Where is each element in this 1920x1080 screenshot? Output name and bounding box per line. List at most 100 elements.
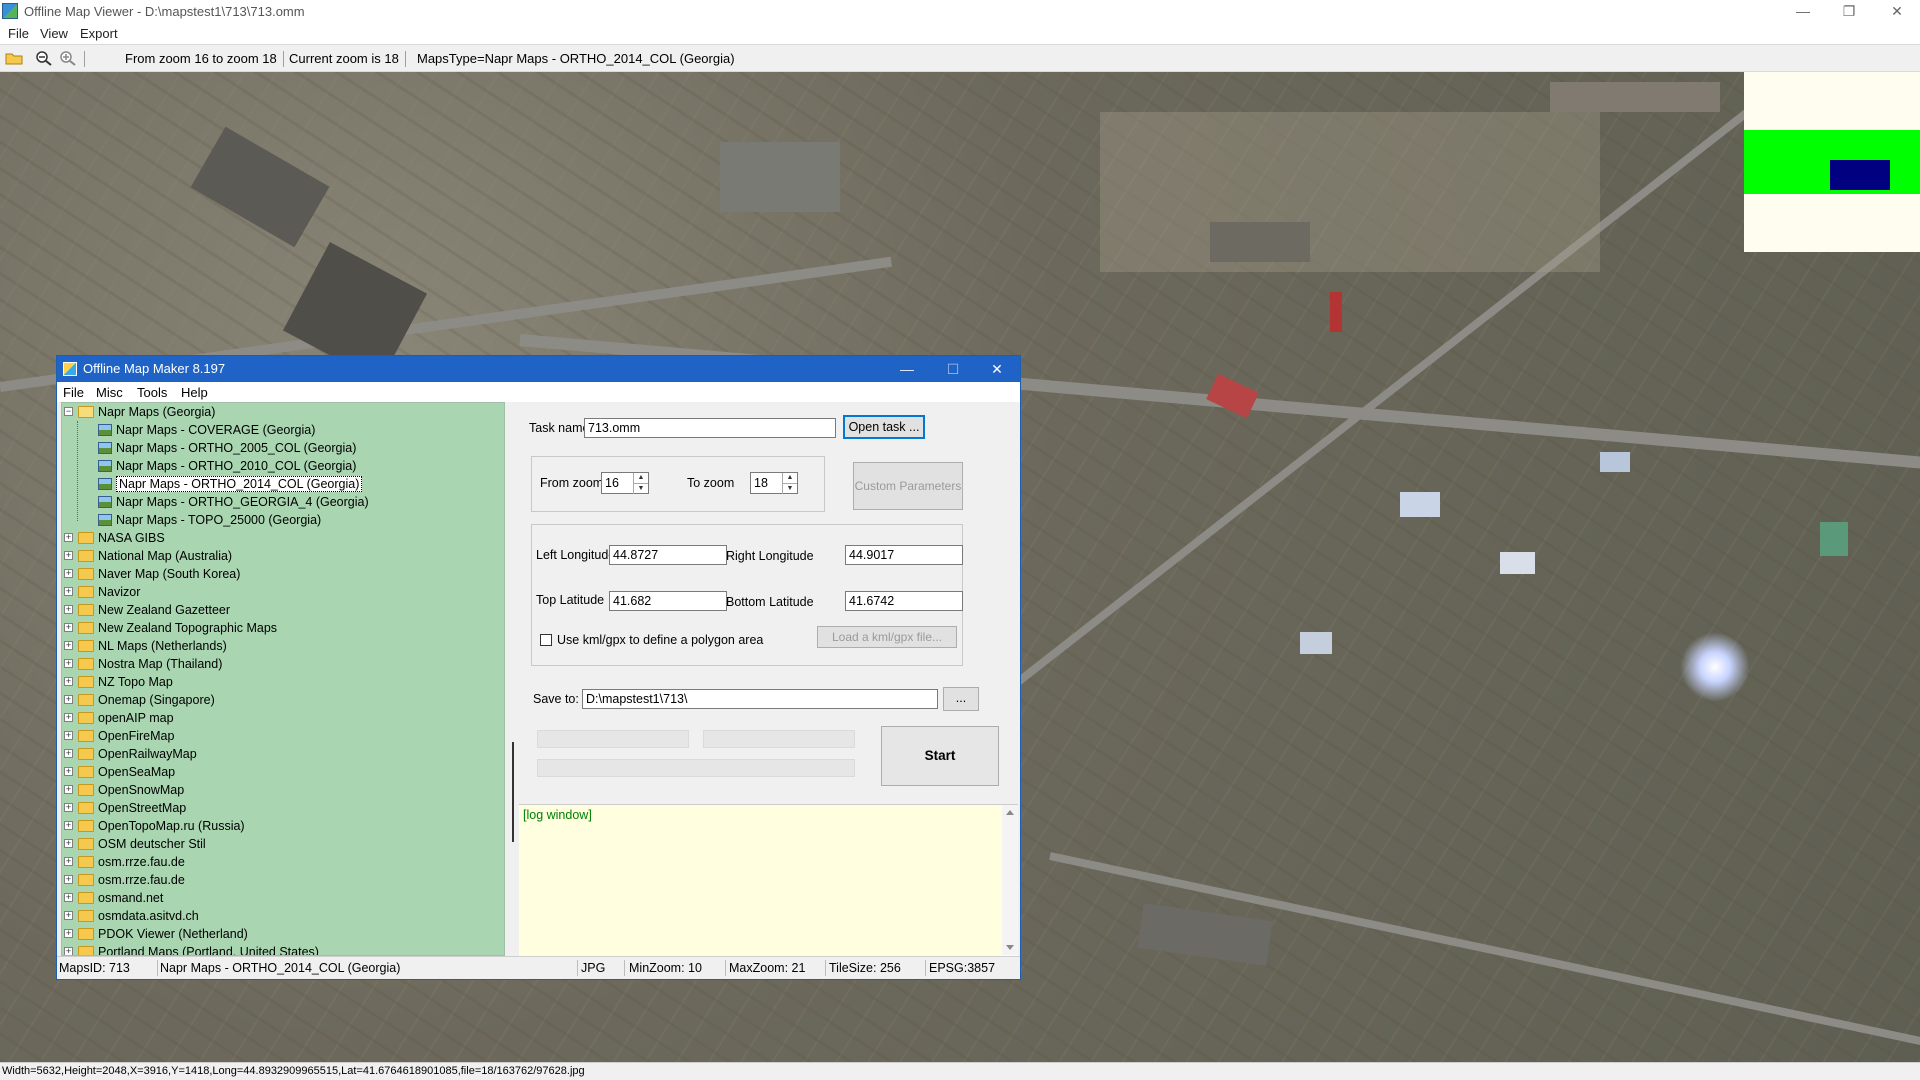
expand-icon[interactable]: + bbox=[64, 839, 73, 848]
expand-icon[interactable]: + bbox=[64, 533, 73, 542]
open-folder-icon bbox=[78, 406, 94, 418]
right-longitude-input[interactable]: 44.9017 bbox=[845, 545, 963, 565]
tree-node-folder[interactable]: + OpenSeaMap bbox=[62, 763, 502, 781]
start-button[interactable]: Start bbox=[881, 726, 999, 786]
close-button[interactable]: ✕ bbox=[1874, 0, 1920, 24]
tree-node-folder[interactable]: + osmand.net bbox=[62, 889, 502, 907]
spin-up-icon[interactable]: ▲ bbox=[782, 473, 797, 483]
tree-node-folder[interactable]: + OpenFireMap bbox=[62, 727, 502, 745]
tree-node-map-layer[interactable]: Napr Maps - TOPO_25000 (Georgia) bbox=[62, 511, 502, 529]
expand-icon[interactable]: + bbox=[64, 551, 73, 560]
expand-icon[interactable]: + bbox=[64, 713, 73, 722]
dialog-menu-file[interactable]: File bbox=[63, 385, 84, 400]
expand-icon[interactable]: + bbox=[64, 731, 73, 740]
map-source-tree[interactable]: − Napr Maps (Georgia) Napr Maps - COVERA… bbox=[61, 402, 505, 956]
expand-icon[interactable]: + bbox=[64, 641, 73, 650]
menu-export[interactable]: Export bbox=[80, 26, 118, 41]
tree-node-folder[interactable]: + OpenRailwayMap bbox=[62, 745, 502, 763]
open-folder-icon[interactable] bbox=[5, 50, 23, 66]
left-longitude-input[interactable]: 44.8727 bbox=[609, 545, 727, 565]
save-to-input[interactable]: D:\mapstest1\713\ bbox=[582, 689, 938, 709]
browse-folder-button[interactable]: ... bbox=[943, 687, 979, 711]
expand-icon[interactable]: + bbox=[64, 929, 73, 938]
tree-node-folder[interactable]: + osmdata.asitvd.ch bbox=[62, 907, 502, 925]
tree-node-folder[interactable]: + Onemap (Singapore) bbox=[62, 691, 502, 709]
minimap-viewport[interactable] bbox=[1830, 160, 1890, 190]
tree-node-folder[interactable]: + Naver Map (South Korea) bbox=[62, 565, 502, 583]
expand-icon[interactable]: + bbox=[64, 749, 73, 758]
kml-polygon-checkbox[interactable] bbox=[540, 634, 552, 646]
tree-node-folder[interactable]: + Nostra Map (Thailand) bbox=[62, 655, 502, 673]
expand-icon[interactable]: + bbox=[64, 767, 73, 776]
to-zoom-spinner[interactable]: 18 ▲ ▼ bbox=[750, 472, 798, 494]
dialog-maximize-button[interactable]: ☐ bbox=[930, 356, 976, 382]
tree-node-map-layer[interactable]: Napr Maps - ORTHO_2014_COL (Georgia) bbox=[62, 475, 502, 493]
splitter-grip[interactable] bbox=[512, 742, 514, 842]
tree-node-map-layer[interactable]: Napr Maps - ORTHO_2005_COL (Georgia) bbox=[62, 439, 502, 457]
expand-icon[interactable]: + bbox=[64, 659, 73, 668]
top-latitude-input[interactable]: 41.682 bbox=[609, 591, 727, 611]
dialog-title-bar[interactable]: Offline Map Maker 8.197 — ☐ ✕ bbox=[57, 356, 1020, 382]
collapse-icon[interactable]: − bbox=[64, 407, 73, 416]
tree-node-folder[interactable]: + Portland Maps (Portland, United States) bbox=[62, 943, 502, 955]
tree-node-folder[interactable]: + OpenSnowMap bbox=[62, 781, 502, 799]
tree-node-napr-maps[interactable]: − Napr Maps (Georgia) bbox=[62, 403, 502, 421]
dialog-menu-help[interactable]: Help bbox=[181, 385, 208, 400]
expand-icon[interactable]: + bbox=[64, 587, 73, 596]
tree-node-folder[interactable]: + OpenTopoMap.ru (Russia) bbox=[62, 817, 502, 835]
dialog-menu-misc[interactable]: Misc bbox=[96, 385, 123, 400]
tree-node-folder[interactable]: + NZ Topo Map bbox=[62, 673, 502, 691]
expand-icon[interactable]: + bbox=[64, 623, 73, 632]
expand-icon[interactable]: + bbox=[64, 911, 73, 920]
log-window[interactable]: [log window] bbox=[519, 804, 1018, 956]
menu-view[interactable]: View bbox=[40, 26, 68, 41]
spin-up-icon[interactable]: ▲ bbox=[633, 473, 648, 483]
tree-node-folder[interactable]: + Navizor bbox=[62, 583, 502, 601]
menu-file[interactable]: File bbox=[8, 26, 29, 41]
tree-node-map-layer[interactable]: Napr Maps - COVERAGE (Georgia) bbox=[62, 421, 502, 439]
zoom-in-icon[interactable] bbox=[59, 50, 77, 66]
tree-node-folder[interactable]: + New Zealand Gazetteer bbox=[62, 601, 502, 619]
custom-parameters-button[interactable]: Custom Parameters bbox=[853, 462, 963, 510]
tree-node-map-layer[interactable]: Napr Maps - ORTHO_GEORGIA_4 (Georgia) bbox=[62, 493, 502, 511]
tree-node-folder[interactable]: + National Map (Australia) bbox=[62, 547, 502, 565]
expand-icon[interactable]: + bbox=[64, 821, 73, 830]
expand-icon[interactable]: + bbox=[64, 695, 73, 704]
tree-node-folder[interactable]: + OSM deutscher Stil bbox=[62, 835, 502, 853]
task-name-input[interactable]: 713.omm bbox=[584, 418, 836, 438]
scroll-arrows-icon[interactable] bbox=[1002, 805, 1018, 955]
tree-node-map-layer[interactable]: Napr Maps - ORTHO_2010_COL (Georgia) bbox=[62, 457, 502, 475]
tree-node-folder[interactable]: + osm.rrze.fau.de bbox=[62, 871, 502, 889]
expand-icon[interactable]: + bbox=[64, 569, 73, 578]
bottom-latitude-input[interactable]: 41.6742 bbox=[845, 591, 963, 611]
open-task-button[interactable]: Open task ... bbox=[843, 415, 925, 439]
tree-node-folder[interactable]: + openAIP map bbox=[62, 709, 502, 727]
tree-node-folder[interactable]: + NL Maps (Netherlands) bbox=[62, 637, 502, 655]
pane-splitter[interactable] bbox=[509, 402, 517, 956]
dialog-menu-tools[interactable]: Tools bbox=[137, 385, 167, 400]
spin-down-icon[interactable]: ▼ bbox=[633, 483, 648, 494]
dialog-close-button[interactable]: ✕ bbox=[974, 356, 1020, 382]
tree-node-folder[interactable]: + osm.rrze.fau.de bbox=[62, 853, 502, 871]
spin-down-icon[interactable]: ▼ bbox=[782, 483, 797, 494]
expand-icon[interactable]: + bbox=[64, 803, 73, 812]
dialog-minimize-button[interactable]: — bbox=[884, 356, 930, 382]
restore-button[interactable]: ❐ bbox=[1826, 0, 1872, 24]
tree-node-folder[interactable]: + OpenStreetMap bbox=[62, 799, 502, 817]
tree-node-folder[interactable]: + PDOK Viewer (Netherland) bbox=[62, 925, 502, 943]
expand-icon[interactable]: + bbox=[64, 605, 73, 614]
tree-node-folder[interactable]: + New Zealand Topographic Maps bbox=[62, 619, 502, 637]
expand-icon[interactable]: + bbox=[64, 947, 73, 955]
expand-icon[interactable]: + bbox=[64, 893, 73, 902]
expand-icon[interactable]: + bbox=[64, 857, 73, 866]
zoom-out-icon[interactable] bbox=[35, 50, 53, 66]
log-scrollbar[interactable] bbox=[1002, 805, 1018, 955]
from-zoom-spinner[interactable]: 16 ▲ ▼ bbox=[601, 472, 649, 494]
expand-icon[interactable]: + bbox=[64, 677, 73, 686]
load-kml-button[interactable]: Load a kml/gpx file... bbox=[817, 626, 957, 648]
expand-icon[interactable]: + bbox=[64, 875, 73, 884]
expand-icon[interactable]: + bbox=[64, 785, 73, 794]
minimize-button[interactable]: — bbox=[1780, 0, 1826, 24]
tree-node-folder[interactable]: + NASA GIBS bbox=[62, 529, 502, 547]
overview-minimap[interactable] bbox=[1744, 72, 1920, 252]
